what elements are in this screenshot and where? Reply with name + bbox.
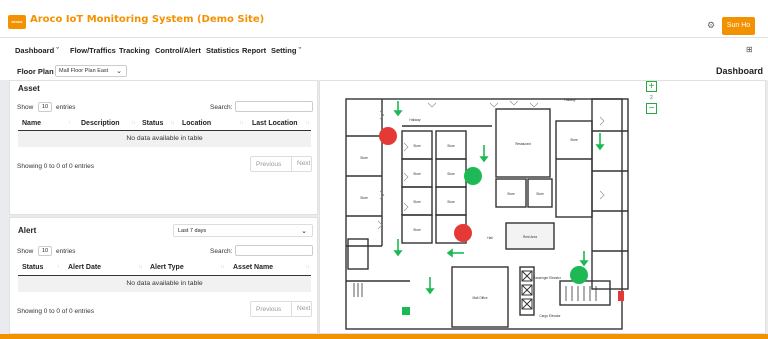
floor-plan-selected: Mall Floor Plan East	[59, 68, 109, 74]
store-label: Store	[507, 192, 515, 196]
passenger-elevator-label: Passenger Elevator	[533, 276, 562, 280]
show-label: Show	[17, 104, 34, 111]
sensor-marker-ok[interactable]	[464, 167, 482, 185]
alert-period-select[interactable]: Last 7 days ⌄	[173, 224, 313, 237]
sort-icon: ↑↓	[305, 120, 310, 126]
page-title: Dashboard	[716, 66, 764, 76]
nav-tracking[interactable]: Tracking	[119, 46, 150, 55]
settings-gear-icon[interactable]: ⚙	[707, 20, 717, 30]
floor-plan-select[interactable]: Mall Floor Plan East ⌄	[55, 65, 127, 77]
sort-icon: ↑↓	[239, 120, 244, 126]
store-label: Store	[413, 144, 421, 148]
asset-length-select[interactable]: 10	[38, 102, 52, 112]
exit-sign-icon	[618, 291, 624, 301]
store-label: Store	[447, 172, 455, 176]
sort-icon: ↑↓	[138, 264, 143, 270]
floor-plan-label: Floor Plan	[17, 67, 54, 76]
asset-next-button[interactable]: Next	[291, 157, 310, 171]
nav-statistics[interactable]: Statistics	[206, 46, 239, 55]
asset-table-info: Showing 0 to 0 of 0 entries	[17, 163, 94, 170]
asset-search-input[interactable]	[235, 101, 313, 112]
rest-area-label: Rest Area	[523, 235, 537, 239]
col-description[interactable]: Description	[81, 120, 120, 127]
chevron-down-icon: ⌄	[116, 68, 122, 75]
asset-pagination: Previous Next	[250, 156, 312, 172]
alert-search-input[interactable]	[235, 245, 313, 256]
user-menu-button[interactable]: Sun Ho	[722, 17, 755, 35]
store-label: Store	[360, 196, 368, 200]
nav-report[interactable]: Report	[242, 46, 266, 55]
alert-length-select[interactable]: 10	[38, 246, 52, 256]
nav-setting[interactable]: Setting ˇ	[271, 46, 301, 55]
floor-plan-map[interactable]: Hallway Store Store Store Store Store St…	[320, 81, 767, 335]
app-logo: aroco	[8, 15, 26, 29]
nav-dashboard[interactable]: Dashboard ˇ	[15, 46, 59, 55]
sort-icon: ↑↓	[305, 264, 310, 270]
alert-panel: Alert Last 7 days ⌄ Show 10 entries Sear…	[9, 217, 318, 334]
store-label: Store	[413, 200, 421, 204]
alert-empty-row: No data available in table	[18, 276, 311, 292]
col-asset-name[interactable]: Asset Name	[233, 264, 273, 271]
floor-bar: Floor Plan Mall Floor Plan East ⌄ Dashbo…	[0, 62, 768, 80]
nav-flow-traffics[interactable]: Flow/Traffics	[70, 46, 116, 55]
store-label: Store	[447, 144, 455, 148]
emergency-exit-icon	[402, 307, 410, 315]
zoom-level: 2	[650, 95, 653, 101]
col-status[interactable]: Status	[22, 264, 43, 271]
mall-office-label: Mall Office	[473, 296, 488, 300]
col-status[interactable]: Status	[142, 120, 163, 127]
top-bar: aroco Aroco IoT Monitoring System (Demo …	[0, 0, 768, 38]
asset-title: Asset	[18, 84, 40, 93]
alert-next-button[interactable]: Next	[291, 302, 310, 316]
hallway-label: Hallway	[564, 98, 576, 102]
cargo-elevator-label: Cargo Elevator	[539, 314, 561, 318]
store-label: Store	[447, 200, 455, 204]
alert-pagination: Previous Next	[250, 301, 312, 317]
sensor-marker-alert[interactable]	[454, 224, 472, 242]
store-label: Store	[413, 172, 421, 176]
asset-empty-row: No data available in table	[18, 131, 311, 147]
entries-label: entries	[56, 248, 76, 255]
col-name[interactable]: Name	[22, 120, 41, 127]
main-nav: Dashboard ˇ Flow/Traffics Tracking Contr…	[0, 38, 768, 62]
col-last-location[interactable]: Last Location	[252, 120, 298, 127]
restaurant-label: Restaurant	[515, 142, 531, 146]
search-label: Search:	[210, 248, 233, 255]
app-title: Aroco IoT Monitoring System (Demo Site)	[30, 14, 265, 25]
sort-icon: ↑↓	[220, 264, 225, 270]
sensor-marker-alert[interactable]	[379, 127, 397, 145]
hallway-label: Hallway	[409, 118, 421, 122]
alert-prev-button[interactable]: Previous	[256, 306, 281, 313]
zoom-out-button[interactable]: −	[646, 103, 657, 114]
sidebar-toggle-icon[interactable]: ⊞	[746, 45, 753, 54]
store-label: Store	[413, 228, 421, 232]
footer-bar	[0, 334, 768, 339]
asset-panel: Asset Show 10 entries Search: Name ↑ Des…	[9, 80, 318, 215]
search-label: Search:	[210, 104, 233, 111]
chevron-down-icon: ⌄	[301, 228, 307, 235]
sort-icon: ↑↓	[170, 120, 175, 126]
col-alert-type[interactable]: Alert Type	[150, 264, 184, 271]
floor-plan-panel: Hallway Store Store Store Store Store St…	[319, 80, 766, 334]
asset-prev-button[interactable]: Previous	[256, 161, 281, 168]
col-location[interactable]: Location	[182, 120, 211, 127]
nav-control-alert[interactable]: Control/Alert	[155, 46, 201, 55]
sensor-marker-ok[interactable]	[570, 266, 588, 284]
col-alert-date[interactable]: Alert Date	[68, 264, 101, 271]
alert-table-info: Showing 0 to 0 of 0 entries	[17, 308, 94, 315]
store-label: Store	[360, 156, 368, 160]
store-label: Store	[536, 192, 544, 196]
show-label: Show	[17, 248, 34, 255]
alert-period-selected: Last 7 days	[178, 228, 207, 234]
sort-icon: ↑	[57, 264, 60, 270]
alert-title: Alert	[18, 226, 37, 235]
zoom-in-button[interactable]: +	[646, 81, 657, 92]
sort-icon: ↑↓	[131, 120, 136, 126]
hall-label: Hall	[487, 236, 493, 240]
sort-icon: ↑	[68, 120, 71, 126]
entries-label: entries	[56, 104, 76, 111]
store-label: Store	[570, 138, 578, 142]
